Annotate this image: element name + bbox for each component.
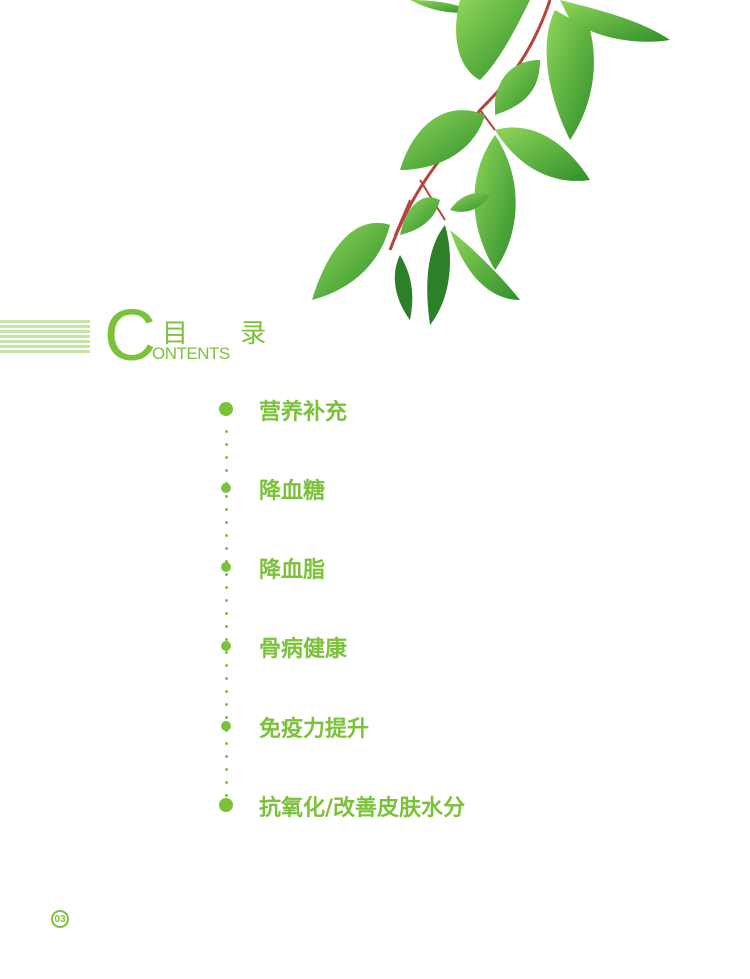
timeline-dot (225, 703, 228, 706)
timeline-dot (225, 508, 228, 511)
toc-item-label[interactable]: 降血糖 (259, 473, 325, 505)
toc-item[interactable]: 抗氧化/改善皮肤水分 (0, 790, 750, 822)
toc-list: 营养补充 降血糖 降血脂 骨病健康 免疫力提升 抗氧化/改善皮肤水分 (0, 0, 750, 979)
timeline-dotted-line (225, 410, 228, 805)
timeline-dot (225, 469, 228, 472)
bullet-dot-icon (219, 402, 233, 416)
timeline-dot (225, 781, 228, 784)
timeline-dot (225, 586, 228, 589)
timeline-dot (225, 547, 228, 550)
bullet-dot-icon (221, 483, 231, 493)
page-number-badge: 03 (51, 910, 69, 928)
toc-item[interactable]: 骨病健康 (0, 631, 750, 663)
bullet-dot-icon (221, 721, 231, 731)
timeline-dot (225, 430, 228, 433)
toc-item[interactable]: 降血糖 (0, 473, 750, 505)
bullet-dot-icon (221, 562, 231, 572)
timeline-dot (225, 768, 228, 771)
timeline-dot (225, 612, 228, 615)
timeline-dot (225, 625, 228, 628)
toc-item[interactable]: 营养补充 (0, 394, 750, 426)
timeline-dot (225, 664, 228, 667)
toc-item-label[interactable]: 免疫力提升 (259, 711, 369, 743)
timeline-dot (225, 677, 228, 680)
timeline-dot (225, 456, 228, 459)
timeline-dot (225, 690, 228, 693)
bullet-dot-icon (221, 641, 231, 651)
toc-item[interactable]: 降血脂 (0, 552, 750, 584)
timeline-dot (225, 534, 228, 537)
timeline-dot (225, 443, 228, 446)
toc-item-label[interactable]: 降血脂 (259, 552, 325, 584)
timeline-dot (225, 742, 228, 745)
toc-item[interactable]: 免疫力提升 (0, 711, 750, 743)
toc-item-label[interactable]: 营养补充 (259, 394, 347, 426)
bullet-dot-icon (219, 798, 233, 812)
toc-item-label[interactable]: 抗氧化/改善皮肤水分 (259, 790, 465, 822)
toc-item-label[interactable]: 骨病健康 (259, 631, 347, 663)
timeline-dot (225, 599, 228, 602)
timeline-dot (225, 755, 228, 758)
timeline-dot (225, 521, 228, 524)
